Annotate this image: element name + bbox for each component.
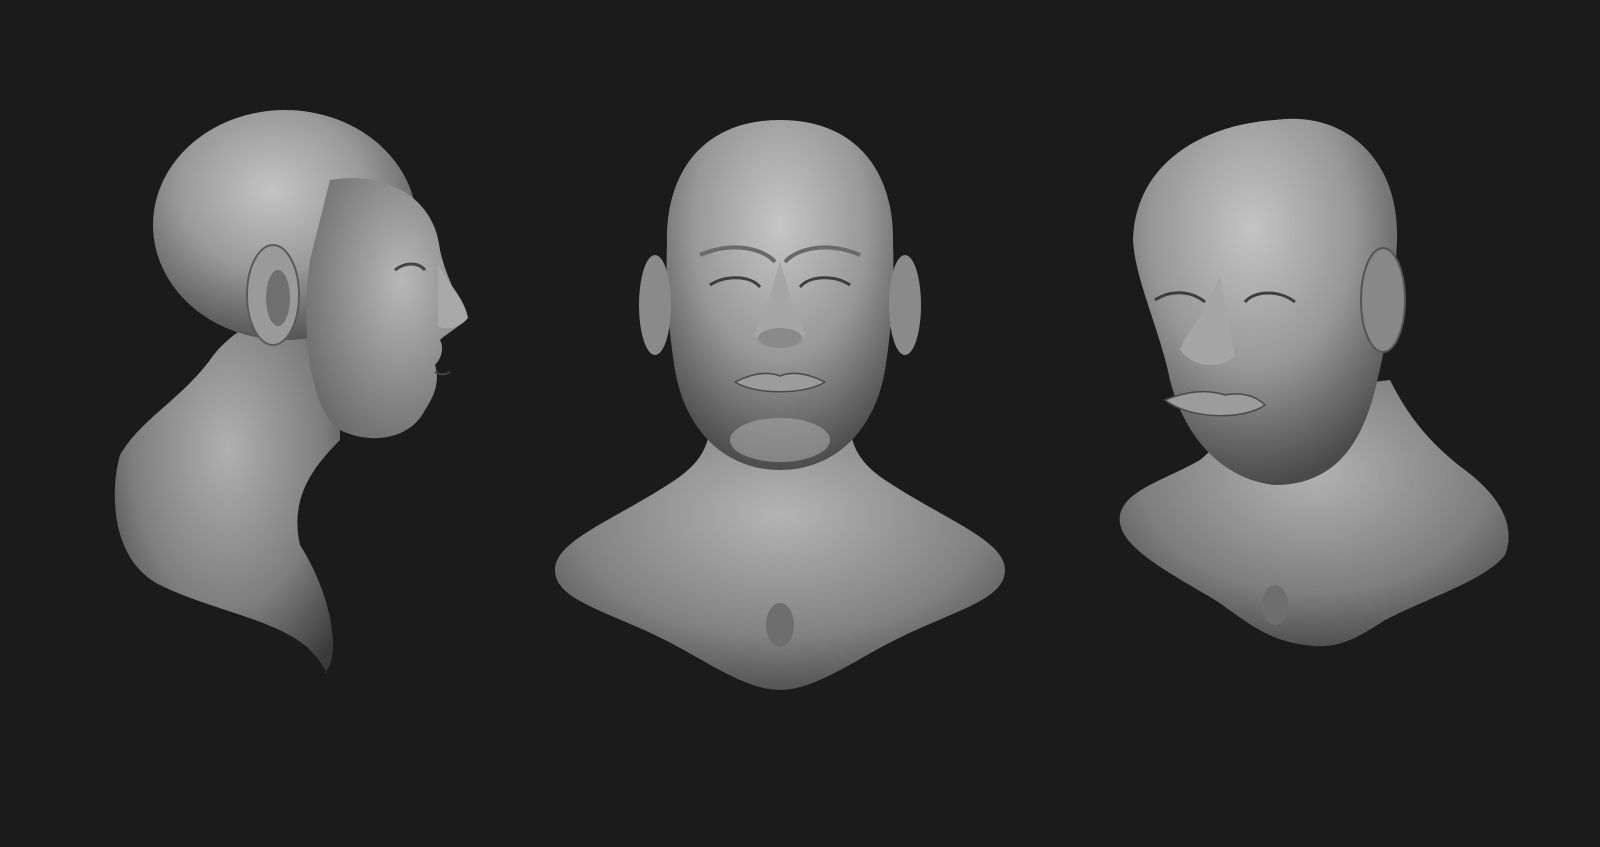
sculpt-render-canvas bbox=[0, 0, 1600, 847]
tq-head bbox=[1133, 118, 1398, 486]
front-head-sculpt bbox=[535, 0, 1025, 847]
front-ear-left bbox=[639, 255, 671, 355]
front-ear-right bbox=[889, 255, 921, 355]
side-neck-shoulders bbox=[114, 300, 341, 675]
side-profile-head-sculpt bbox=[40, 0, 500, 847]
tq-ear bbox=[1360, 247, 1406, 353]
three-quarter-head-sculpt bbox=[1105, 0, 1565, 847]
tq-lips bbox=[1163, 390, 1267, 417]
side-nose bbox=[438, 265, 468, 329]
